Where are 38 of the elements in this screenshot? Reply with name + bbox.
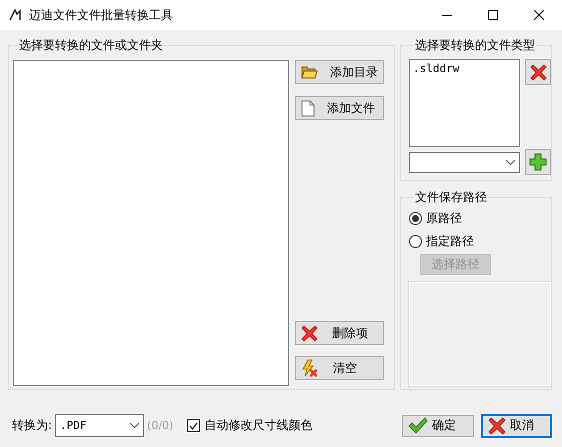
close-icon	[534, 10, 544, 20]
close-icon	[488, 416, 506, 434]
file-type-item[interactable]: .slddrw	[412, 62, 460, 75]
chevron-down-icon	[130, 423, 140, 428]
plus-icon	[529, 153, 547, 171]
radio-button[interactable]	[409, 234, 422, 248]
chevron-down-icon	[506, 160, 515, 164]
radio-label: 指定路径	[426, 232, 474, 250]
group-title: 选择要转换的文件类型	[414, 37, 536, 54]
file-type-dropdown[interactable]	[409, 152, 520, 172]
folder-icon	[301, 65, 318, 79]
format-dropdown[interactable]: .PDF	[55, 414, 144, 437]
close-icon	[301, 324, 318, 342]
lightning-icon	[301, 359, 319, 377]
ok-button[interactable]: 确定	[402, 414, 474, 436]
checkbox[interactable]	[187, 419, 200, 432]
checkbox-label: 自动修改尺寸线颜色	[204, 417, 312, 434]
convert-label: 转换为:	[12, 417, 52, 434]
progress-count: (0/0)	[147, 419, 174, 432]
app-icon	[9, 9, 23, 21]
minimize-icon	[442, 14, 452, 16]
group-title: 文件保存路径	[414, 189, 488, 206]
checkmark-icon	[408, 417, 428, 434]
delete-item-button[interactable]: 删除项	[295, 321, 384, 345]
cancel-button[interactable]: 取消	[482, 414, 551, 436]
clear-button[interactable]: 清空	[295, 356, 384, 380]
radio-label: 原路径	[426, 210, 462, 227]
group-title: 选择要转换的文件或文件夹	[18, 37, 164, 54]
add-folder-button[interactable]: 添加目录	[295, 60, 384, 84]
file-type-list[interactable]: .slddrw	[409, 59, 520, 147]
add-type-button[interactable]	[525, 149, 551, 175]
maximize-icon	[488, 10, 498, 20]
window-title: 迈迪文件文件批量转换工具	[29, 6, 174, 24]
delete-type-button[interactable]	[525, 59, 551, 85]
close-icon	[530, 64, 546, 80]
file-icon	[301, 100, 315, 116]
add-file-button[interactable]: 添加文件	[295, 96, 384, 120]
radio-button[interactable]	[409, 212, 422, 225]
